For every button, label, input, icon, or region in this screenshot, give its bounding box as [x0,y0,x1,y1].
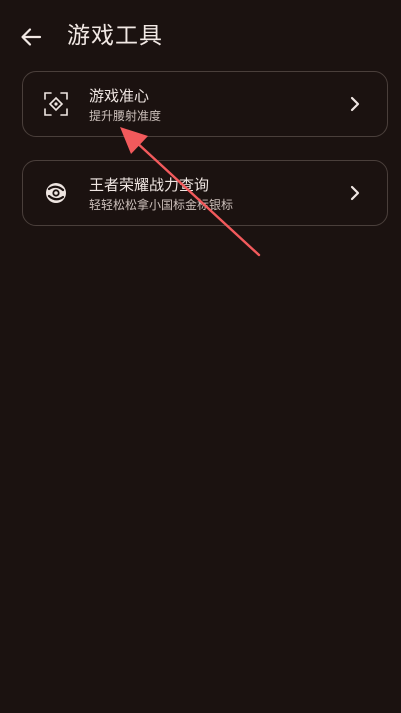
tool-subtitle: 提升腰射准度 [89,109,162,123]
page-title: 游戏工具 [67,23,163,49]
tool-item-game-crosshair[interactable]: 游戏准心 提升腰射准度 [22,71,388,137]
back-button[interactable] [14,20,48,54]
target-icon [46,183,66,203]
chevron-right-icon [350,96,360,112]
tool-subtitle: 轻轻松松拿小国标金标银标 [89,198,234,212]
tool-item-hok-power-query[interactable]: 王者荣耀战力查询 轻轻松松拿小国标金标银标 [22,160,388,226]
crosshair-icon [44,92,68,116]
tool-title: 王者荣耀战力查询 [89,176,210,194]
arrow-left-icon [21,28,42,46]
app-header: 游戏工具 [0,0,401,72]
chevron-right-icon [350,185,360,201]
tool-title: 游戏准心 [89,87,150,105]
